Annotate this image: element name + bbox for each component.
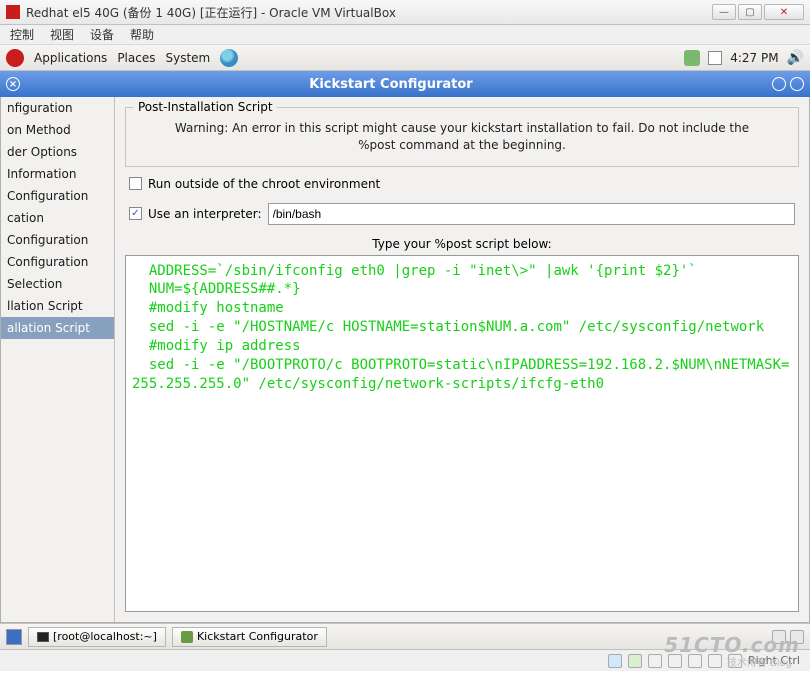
- gnome-bottom-panel: [root@localhost:~] Kickstart Configurato…: [0, 623, 810, 649]
- interpreter-input[interactable]: [268, 203, 796, 225]
- vbox-menu: 控制 视图 设备 帮助: [0, 25, 810, 45]
- minimize-button[interactable]: —: [712, 4, 736, 20]
- app-titlebar: × Kickstart Configurator: [0, 71, 810, 97]
- vbox-menu-help[interactable]: 帮助: [130, 26, 154, 43]
- status-cd-icon[interactable]: [628, 654, 642, 668]
- status-mouse-icon[interactable]: [728, 654, 742, 668]
- taskbar-kickstart[interactable]: Kickstart Configurator: [172, 627, 327, 647]
- taskbar-terminal[interactable]: [root@localhost:~]: [28, 627, 166, 647]
- status-net-icon[interactable]: [648, 654, 662, 668]
- close-button[interactable]: ✕: [764, 4, 804, 20]
- vbox-statusbar: Right Ctrl: [0, 649, 810, 671]
- app-title: Kickstart Configurator: [28, 77, 754, 92]
- status-shared-icon[interactable]: [688, 654, 702, 668]
- interpreter-label: Use an interpreter:: [148, 207, 262, 221]
- kickstart-icon: [181, 631, 193, 643]
- interpreter-checkbox[interactable]: ✓: [129, 207, 142, 220]
- group-title: Post-Installation Script: [134, 100, 277, 114]
- chroot-row: Run outside of the chroot environment: [129, 177, 795, 191]
- applications-menu[interactable]: Applications: [34, 51, 107, 65]
- content-pane: Post-Installation Script Warning: An err…: [115, 97, 809, 622]
- vbox-menu-view[interactable]: 视图: [50, 26, 74, 43]
- clock[interactable]: 4:27 PM: [730, 51, 778, 65]
- sidebar-item[interactable]: on Method: [1, 119, 114, 141]
- post-script-textarea[interactable]: ADDRESS=`/sbin/ifconfig eth0 |grep -i "i…: [125, 255, 799, 612]
- vbox-icon: [6, 5, 20, 19]
- tray-icon[interactable]: [772, 630, 786, 644]
- sidebar-item[interactable]: Information: [1, 163, 114, 185]
- script-label: Type your %post script below:: [115, 237, 809, 251]
- vbox-menu-control[interactable]: 控制: [10, 26, 34, 43]
- status-hd-icon[interactable]: [608, 654, 622, 668]
- status-display-icon[interactable]: [708, 654, 722, 668]
- volume-icon[interactable]: 🔊: [787, 50, 804, 66]
- gnome-top-panel: Applications Places System 4:27 PM 🔊: [0, 45, 810, 71]
- window-controls: — ▢ ✕: [712, 4, 804, 20]
- update-tray-icon[interactable]: [684, 50, 700, 66]
- sidebar-item[interactable]: Selection: [1, 273, 114, 295]
- warning-text: Warning: An error in this script might c…: [134, 116, 790, 158]
- terminal-icon: [37, 632, 49, 642]
- sidebar-item[interactable]: cation: [1, 207, 114, 229]
- firefox-icon[interactable]: [220, 49, 238, 67]
- sidebar-item-post-install[interactable]: allation Script: [1, 317, 114, 339]
- system-menu[interactable]: System: [165, 51, 210, 65]
- interpreter-row: ✓ Use an interpreter:: [129, 203, 795, 225]
- status-usb-icon[interactable]: [668, 654, 682, 668]
- host-key-label: Right Ctrl: [748, 654, 800, 667]
- sidebar-item[interactable]: Configuration: [1, 185, 114, 207]
- sidebar-item[interactable]: nfiguration: [1, 97, 114, 119]
- app-close-button[interactable]: ×: [6, 77, 20, 91]
- app-maximize-button[interactable]: [790, 77, 804, 91]
- sidebar-item[interactable]: Configuration: [1, 229, 114, 251]
- vbox-menu-devices[interactable]: 设备: [90, 26, 114, 43]
- taskbar-terminal-label: [root@localhost:~]: [53, 630, 157, 643]
- redhat-logo-icon[interactable]: [6, 49, 24, 67]
- script-content: ADDRESS=`/sbin/ifconfig eth0 |grep -i "i…: [132, 263, 789, 392]
- places-menu[interactable]: Places: [117, 51, 155, 65]
- panel-right: 4:27 PM 🔊: [684, 50, 804, 66]
- app-window-controls: [754, 77, 804, 91]
- vbox-title: Redhat el5 40G (备份 1 40G) [正在运行] - Oracl…: [26, 4, 712, 21]
- taskbar-tray: [772, 630, 804, 644]
- taskbar-kickstart-label: Kickstart Configurator: [197, 630, 318, 643]
- sidebar-item[interactable]: Configuration: [1, 251, 114, 273]
- chroot-label: Run outside of the chroot environment: [148, 177, 380, 191]
- sidebar-item[interactable]: llation Script: [1, 295, 114, 317]
- sidebar-item[interactable]: der Options: [1, 141, 114, 163]
- post-install-group: Post-Installation Script Warning: An err…: [125, 107, 799, 167]
- app-minimize-button[interactable]: [772, 77, 786, 91]
- vbox-titlebar: Redhat el5 40G (备份 1 40G) [正在运行] - Oracl…: [0, 0, 810, 25]
- tray-icon[interactable]: [790, 630, 804, 644]
- show-desktop-icon[interactable]: [6, 629, 22, 645]
- maximize-button[interactable]: ▢: [738, 4, 762, 20]
- app-body: nfiguration on Method der Options Inform…: [0, 97, 810, 623]
- chroot-checkbox[interactable]: [129, 177, 142, 190]
- tray-icon[interactable]: [708, 51, 722, 65]
- sidebar: nfiguration on Method der Options Inform…: [1, 97, 115, 622]
